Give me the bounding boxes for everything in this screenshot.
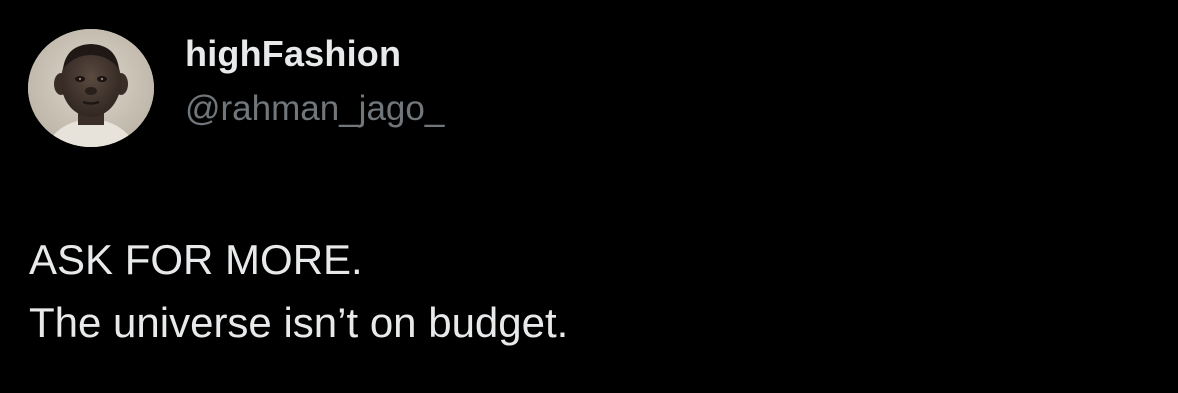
tweet-text-line-1: ASK FOR MORE.	[29, 236, 363, 283]
avatar[interactable]	[28, 29, 154, 147]
author-handle[interactable]: @rahman_jago_	[185, 89, 444, 129]
profile-photo-icon	[28, 29, 154, 147]
tweet-text-line-2: The universe isn’t on budget.	[29, 299, 569, 346]
author-display-name[interactable]: highFashion	[185, 33, 401, 75]
tweet-card: highFashion @rahman_jago_ ASK FOR MORE. …	[0, 0, 1178, 393]
